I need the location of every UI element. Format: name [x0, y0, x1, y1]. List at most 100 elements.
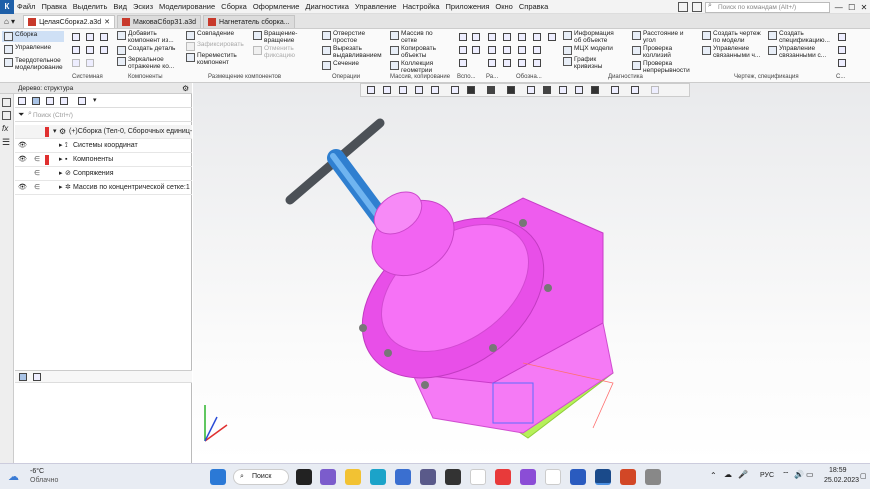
weather-temp[interactable]: -6°C — [30, 468, 44, 475]
open-doc-icon[interactable] — [86, 33, 94, 41]
notation-icon[interactable] — [503, 33, 511, 41]
menu-sketch[interactable]: Эскиз — [130, 2, 156, 11]
tree-search-input[interactable]: Поиск (Ctrl+/) — [15, 109, 192, 122]
plane-icon[interactable] — [459, 33, 467, 41]
edge-icon[interactable] — [370, 469, 386, 485]
minimize-button[interactable]: — — [835, 3, 843, 12]
save-doc-icon[interactable] — [100, 33, 108, 41]
tree-row-csys[interactable]: 👁 ▸ ⟟ Системы координат — [15, 139, 192, 153]
hide-icon[interactable] — [543, 86, 551, 94]
tree-row-mates[interactable]: ∈ ▸ ⊘ Сопряжения — [15, 167, 192, 181]
expand-icon[interactable] — [60, 97, 68, 105]
angle-dim-icon[interactable] — [488, 46, 496, 54]
roughness-icon[interactable] — [503, 46, 511, 54]
hole-button[interactable]: Отверстие простое — [322, 30, 383, 44]
rotation-button[interactable]: Вращение-вращение — [253, 30, 312, 44]
menu-apps[interactable]: Приложения — [443, 2, 493, 11]
grid-array-button[interactable]: Массив по сетке — [390, 30, 441, 44]
base-icon[interactable] — [503, 59, 511, 67]
dimension-icon[interactable] — [488, 33, 496, 41]
create-spec-button[interactable]: Создать спецификацию... — [768, 30, 830, 44]
copy-objects-button[interactable]: Копировать объекты — [390, 45, 441, 59]
powerpoint-icon[interactable] — [620, 469, 636, 485]
tab-doc-1[interactable]: ЦелаяСборка2.a3d ✕ — [23, 15, 116, 28]
manage-linked-specs-button[interactable]: Управление связанными с... — [768, 45, 829, 59]
display-mode-icon[interactable] — [487, 86, 495, 94]
coincidence-button[interactable]: Совпадение — [186, 30, 242, 40]
eye-icon[interactable]: 👁 — [18, 153, 27, 167]
filter-icon[interactable] — [591, 86, 599, 94]
volume-icon[interactable]: 🔊 — [794, 470, 804, 479]
print-icon[interactable] — [72, 46, 80, 54]
battery-icon[interactable]: ▭ — [806, 470, 814, 479]
variables-icon[interactable]: fx — [2, 124, 11, 133]
list-tab-icon[interactable] — [33, 373, 41, 381]
undo-icon[interactable] — [72, 59, 80, 67]
close-button[interactable]: ✕ — [861, 3, 868, 12]
properties-icon[interactable] — [86, 46, 94, 54]
sort-icon[interactable] — [78, 97, 86, 105]
teams-icon[interactable] — [320, 469, 336, 485]
clock-date[interactable]: 25.02.2023 — [824, 477, 859, 484]
chevron-up-icon[interactable]: ⌃ — [710, 471, 717, 480]
create-drawing-button[interactable]: Создать чертеж по модели — [702, 30, 763, 44]
leader-icon[interactable] — [518, 33, 526, 41]
eye-icon[interactable]: 👁 — [18, 139, 27, 153]
extra-tool-icon[interactable] — [838, 59, 846, 67]
panel-icon[interactable] — [692, 2, 702, 12]
select-icon[interactable] — [367, 86, 375, 94]
command-search-input[interactable]: Поиск по командам (Alt+/) — [705, 2, 830, 13]
tree-view-icon[interactable] — [18, 97, 26, 105]
menu-settings[interactable]: Настройка — [400, 2, 443, 11]
tree-row-components[interactable]: 👁 ∈ ▸ ▪ Компоненты — [15, 153, 192, 167]
measure-icon[interactable] — [631, 86, 639, 94]
redo-icon[interactable] — [86, 59, 94, 67]
tree-row-array[interactable]: 👁 ∈ ▸ ✲ Массив по концентрической сетке:… — [15, 181, 192, 195]
expand-icon[interactable]: ▾ — [53, 125, 57, 139]
extra-tool-icon[interactable] — [838, 46, 846, 54]
csys-icon[interactable] — [472, 46, 480, 54]
axis-icon[interactable] — [472, 33, 480, 41]
microphone-icon[interactable]: 🎤 — [738, 470, 748, 479]
eye-icon[interactable]: 👁 — [18, 181, 27, 195]
yandex-browser-icon[interactable] — [495, 469, 511, 485]
object-info-button[interactable]: Информация об объекте — [563, 30, 619, 44]
explorer-icon[interactable] — [345, 469, 361, 485]
language-indicator[interactable]: РУС — [760, 472, 774, 479]
kompas-icon[interactable] — [595, 469, 611, 485]
taskbar-search[interactable]: ⌕ Поиск — [233, 469, 289, 485]
rotate-icon[interactable] — [431, 86, 439, 94]
menu-view[interactable]: Вид — [110, 2, 130, 11]
mark-icon[interactable] — [518, 59, 526, 67]
layers-icon[interactable]: ☰ — [2, 137, 11, 148]
tolerance-icon[interactable] — [518, 46, 526, 54]
notification-icon[interactable]: ▢ — [860, 472, 867, 480]
task-view-icon[interactable] — [296, 469, 312, 485]
menu-modeling[interactable]: Моделирование — [156, 2, 218, 11]
extra-tool-icon[interactable] — [838, 33, 846, 41]
unfix-button[interactable]: Отменить фиксацию — [253, 45, 312, 59]
wifi-icon[interactable]: ⌔ — [782, 470, 790, 480]
maximize-button[interactable]: ☐ — [848, 3, 855, 12]
expand-icon[interactable]: ▸ — [59, 153, 63, 167]
settings-icon[interactable] — [645, 469, 661, 485]
mirror-component-button[interactable]: Зеркальное отражение ко... — [117, 56, 183, 70]
filter-icon[interactable]: ⏷ — [18, 110, 24, 120]
word-icon[interactable] — [570, 469, 586, 485]
thread-icon[interactable] — [533, 33, 541, 41]
tree-row-assembly[interactable]: ▾ ⚙ (+)Сборка (Тел-0, Сборочных единиц- — [15, 125, 192, 139]
section-button[interactable]: Сечение — [322, 60, 383, 70]
menu-file[interactable]: Файл — [14, 2, 38, 11]
app-icon[interactable] — [420, 469, 436, 485]
curvature-graph-button[interactable]: График кривизны — [563, 56, 619, 70]
perspective-icon[interactable] — [527, 86, 535, 94]
shading-icon[interactable] — [467, 86, 475, 94]
menu-window[interactable]: Окно — [492, 2, 515, 11]
section-view-icon[interactable] — [507, 86, 515, 94]
continuity-check-button[interactable]: Проверка непрерывности — [632, 60, 698, 74]
yandex-icon[interactable] — [470, 469, 486, 485]
tab-doc-3[interactable]: Нагнетатель сборка... — [203, 15, 295, 28]
curve-icon[interactable] — [459, 59, 467, 67]
3d-viewport[interactable] — [193, 83, 870, 463]
pan-icon[interactable] — [415, 86, 423, 94]
